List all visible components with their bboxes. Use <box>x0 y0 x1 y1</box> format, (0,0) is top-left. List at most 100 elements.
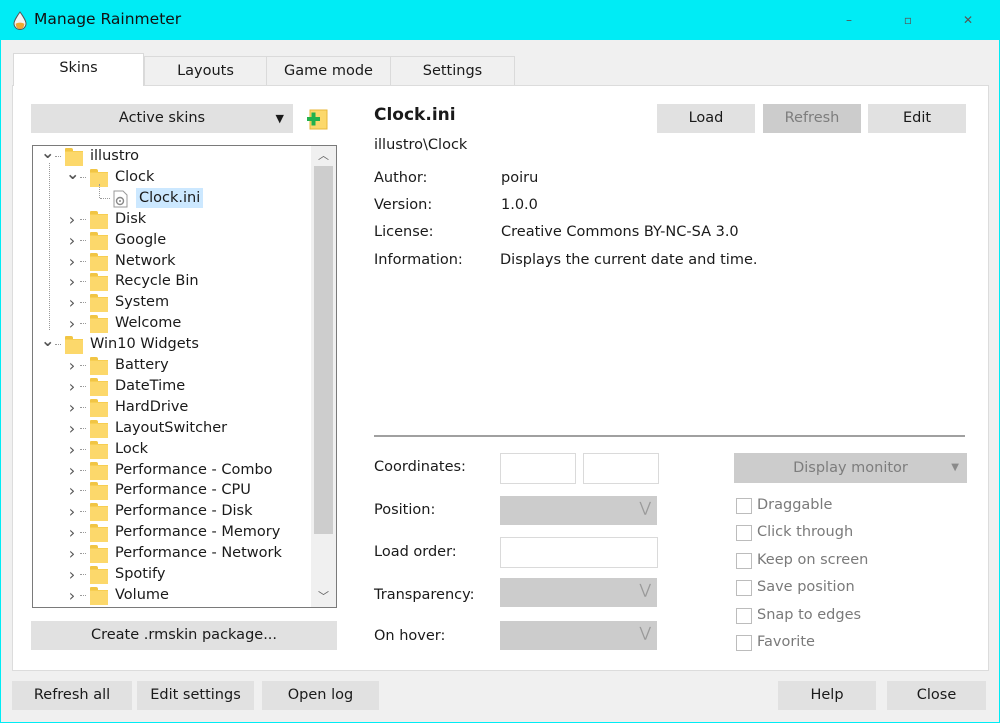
title-bar[interactable]: Manage Rainmeter – ▫ ✕ <box>0 0 1000 40</box>
version-label: Version: <box>374 197 433 213</box>
tree-scrollbar[interactable]: ︿ ﹀ <box>311 146 336 607</box>
draggable-checkbox[interactable] <box>736 498 752 514</box>
chevron-right-icon[interactable]: › <box>66 564 78 585</box>
tree-node-label: Network <box>115 252 176 269</box>
tree-node-folder[interactable]: › Google <box>33 230 311 251</box>
tree-node-folder[interactable]: › Recycle Bin <box>33 271 311 292</box>
chevron-right-icon[interactable]: › <box>66 397 78 418</box>
chevron-down-icon[interactable]: ⌄ <box>41 146 54 167</box>
chevron-right-icon[interactable]: › <box>66 251 78 272</box>
chevron-right-icon[interactable]: › <box>66 230 78 251</box>
tree-connector <box>55 344 61 346</box>
edit-button[interactable]: Edit <box>868 104 966 133</box>
click-through-checkbox[interactable] <box>736 525 752 541</box>
keep-on-screen-checkbox[interactable] <box>736 553 752 569</box>
chevron-right-icon[interactable]: › <box>66 439 78 460</box>
tab-settings[interactable]: Settings <box>390 56 515 85</box>
favorite-checkbox[interactable] <box>736 635 752 651</box>
load-button[interactable]: Load <box>657 104 755 133</box>
tree-node-group[interactable]: ⌄ Win10 Widgets <box>33 333 311 355</box>
display-monitor-dropdown[interactable]: Display monitor ▼ <box>734 453 967 483</box>
tree-node-folder[interactable]: › HardDrive <box>33 397 311 418</box>
skins-tree[interactable]: ⌄ illustro ⌄ Clock Clock.ini › Disk › Google › Net… <box>32 145 337 608</box>
license-label: License: <box>374 224 434 240</box>
chevron-right-icon[interactable]: › <box>66 418 78 439</box>
tree-node-folder[interactable]: › Network <box>33 251 311 272</box>
tree-node-folder[interactable]: › Performance - Disk <box>33 501 311 522</box>
active-skins-dropdown[interactable]: Active skins ▼ <box>31 104 293 133</box>
refresh-all-button[interactable]: Refresh all <box>12 681 132 710</box>
rainmeter-window: Manage Rainmeter – ▫ ✕ Skins Layouts Gam… <box>0 0 1000 723</box>
chevron-right-icon[interactable]: › <box>66 376 78 397</box>
tree-connector <box>80 281 86 283</box>
tree-node-folder[interactable]: › Welcome <box>33 313 311 334</box>
dropdown-arrow-icon: ▼ <box>951 462 959 473</box>
maximize-button[interactable]: ▫ <box>893 8 923 32</box>
chevron-right-icon[interactable]: › <box>66 543 78 564</box>
tree-node-label: System <box>115 294 170 311</box>
tree-node-folder[interactable]: › Performance - CPU <box>33 480 311 501</box>
tree-node-label: illustro <box>90 148 140 164</box>
position-label: Position: <box>374 502 436 518</box>
chevron-right-icon[interactable]: › <box>66 585 78 606</box>
tree-node-folder[interactable]: › Volume <box>33 585 311 606</box>
tree-node-folder[interactable]: › Performance - Memory <box>33 522 311 543</box>
tree-connector <box>55 156 61 157</box>
tab-skins[interactable]: Skins <box>13 53 144 86</box>
tree-node-folder[interactable]: › Performance - Network <box>33 543 311 564</box>
tree-node-folder[interactable]: › Lock <box>33 439 311 460</box>
chevron-right-icon[interactable]: › <box>66 292 78 313</box>
close-button[interactable]: Close <box>887 681 986 710</box>
tab-layouts[interactable]: Layouts <box>144 56 267 85</box>
add-skin-icon[interactable] <box>307 108 329 130</box>
transparency-label: Transparency: <box>374 587 475 603</box>
tree-node-label: Clock.ini <box>136 187 204 208</box>
folder-icon <box>90 440 108 459</box>
skin-file-icon <box>113 190 128 208</box>
tab-game-mode[interactable]: Game mode <box>266 56 391 85</box>
scroll-up-icon[interactable]: ︿ <box>311 146 336 166</box>
chevron-right-icon[interactable]: › <box>66 522 78 543</box>
on-hover-select[interactable]: ⋁ <box>500 621 657 650</box>
tree-node-folder[interactable]: › LayoutSwitcher <box>33 418 311 439</box>
tree-node-folder[interactable]: › Performance - Combo <box>33 460 311 481</box>
minimize-button[interactable]: – <box>834 8 864 32</box>
tree-connector <box>80 365 86 366</box>
tree-node-file[interactable]: Clock.ini <box>33 183 311 209</box>
open-log-button[interactable]: Open log <box>262 681 379 710</box>
close-window-button[interactable]: ✕ <box>953 8 983 32</box>
folder-icon <box>90 252 108 271</box>
refresh-button[interactable]: Refresh <box>763 104 861 133</box>
chevron-right-icon[interactable]: › <box>66 313 78 334</box>
coordinate-y-input[interactable] <box>583 453 659 484</box>
snap-to-edges-checkbox[interactable] <box>736 608 752 624</box>
tree-connector <box>80 323 86 325</box>
tree-node-folder[interactable]: › System <box>33 292 311 313</box>
tree-node-folder[interactable]: ⌄ Clock <box>33 165 311 188</box>
tree-node-folder[interactable]: › Disk <box>33 209 311 230</box>
tree-node-folder[interactable]: › DateTime <box>33 376 311 397</box>
tree-node-folder[interactable]: › Battery <box>33 355 311 376</box>
tree-node-label: Recycle Bin <box>115 273 199 290</box>
position-select[interactable]: ⋁ <box>500 496 657 525</box>
chevron-right-icon[interactable]: › <box>66 480 78 501</box>
chevron-right-icon[interactable]: › <box>66 460 78 481</box>
create-rmskin-package-button[interactable]: Create .rmskin package... <box>31 621 337 650</box>
scrollbar-thumb[interactable] <box>314 166 333 534</box>
chevron-right-icon[interactable]: › <box>66 209 78 230</box>
tree-node-folder[interactable]: › Spotify <box>33 564 311 585</box>
load-order-input[interactable] <box>500 537 658 568</box>
save-position-checkbox[interactable] <box>736 580 752 596</box>
coordinate-x-input[interactable] <box>500 453 576 484</box>
chevron-down-icon[interactable]: ⌄ <box>66 165 79 188</box>
edit-settings-button[interactable]: Edit settings <box>137 681 254 710</box>
chevron-right-icon[interactable]: › <box>66 271 78 292</box>
help-button[interactable]: Help <box>778 681 876 710</box>
chevron-right-icon[interactable]: › <box>66 501 78 522</box>
chevron-down-icon[interactable]: ⌄ <box>41 333 54 355</box>
click-through-label: Click through <box>757 524 854 540</box>
scroll-down-icon[interactable]: ﹀ <box>311 587 336 607</box>
transparency-select[interactable]: ⋁ <box>500 578 657 607</box>
chevron-right-icon[interactable]: › <box>66 355 78 376</box>
tree-node-label: Clock <box>115 168 155 185</box>
